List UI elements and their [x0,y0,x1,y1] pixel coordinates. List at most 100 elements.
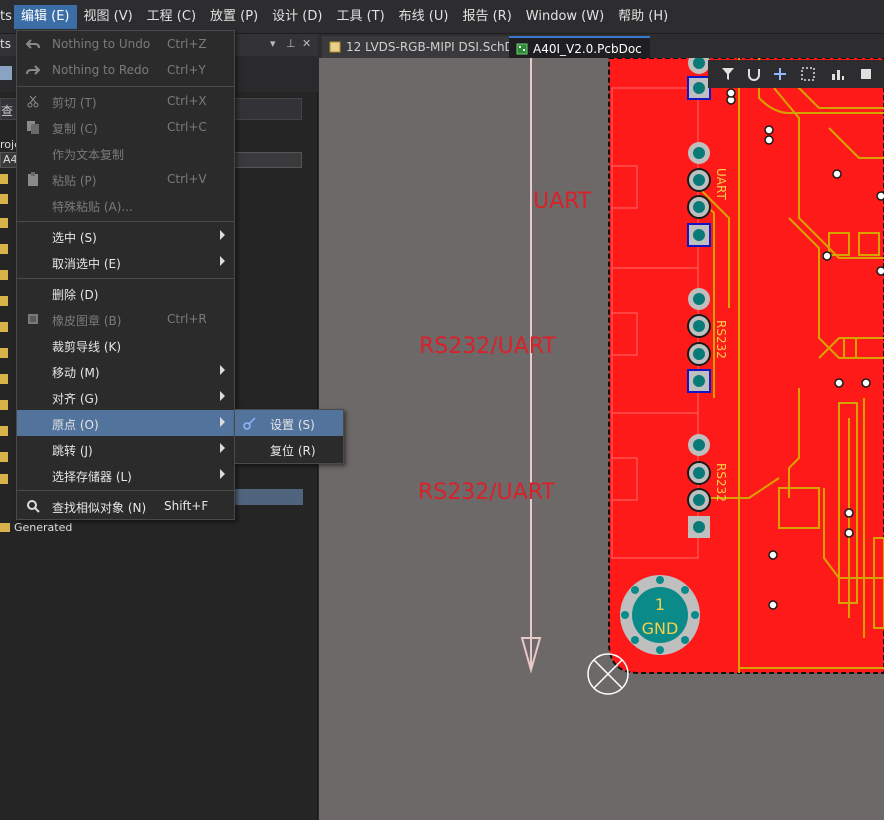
add-icon[interactable] [772,66,788,82]
menu-item-undo-shortcut: Ctrl+Z [167,37,207,51]
menu-item-find-similar-label: 查找相似对象 (N) [52,501,147,515]
menu-item-reset-origin[interactable]: 复位 (R) [235,436,343,462]
menu-item-redo-shortcut: Ctrl+Y [167,63,206,77]
menu-item-cut[interactable]: 剪切 (T) Ctrl+X [17,88,234,114]
mounting-hole: 1 GND [620,575,700,655]
component-icon[interactable] [858,66,874,82]
submenu-arrow-icon [220,469,225,479]
menu-item-jump[interactable]: 跳转 (J) [17,436,234,462]
menu-view[interactable]: 视图 (V) [77,5,140,29]
tab-pcb[interactable]: A40I_V2.0.PcbDoc [509,36,650,58]
menu-tools[interactable]: 工具 (T) [329,5,391,29]
tree-item-generated[interactable]: Generated [0,520,72,534]
menu-route[interactable]: 布线 (U) [392,5,456,29]
folder-icon [0,400,8,410]
submenu-arrow-icon [220,365,225,375]
menu-item-paste-special[interactable]: 特殊粘贴 (A)... [17,192,234,218]
menu-item-find-similar[interactable]: 查找相似对象 (N) Shift+F [17,493,234,519]
menu-separator [17,221,234,222]
menu-item-copy-as-text[interactable]: 作为文本复制 [17,140,234,166]
menu-item-move[interactable]: 移动 (M) [17,358,234,384]
menu-item-rubber-stamp[interactable]: 橡皮图章 (B) Ctrl+R [17,306,234,332]
folder-icon [0,174,8,184]
menu-item-cut-label: 剪切 (T) [52,96,97,110]
folder-icon [0,474,8,484]
menu-place[interactable]: 放置 (P) [203,5,265,29]
folder-icon [0,244,8,254]
menu-item-origin-label: 原点 (O) [52,418,99,432]
paste-icon [28,172,38,186]
silk-label-uart: UART [533,189,592,214]
mount-hole-net: GND [642,619,679,638]
select-rect-icon[interactable] [800,66,816,82]
menu-item-origin[interactable]: 原点 (O) [17,410,234,436]
edit-menu-dropdown: Nothing to Undo Ctrl+Z Nothing to Redo C… [16,30,235,520]
vertical-label-rs232-2: RS232 [714,463,728,502]
panel-menu-icon[interactable]: ▾ [270,37,276,50]
menu-item-selection-memory[interactable]: 选择存储器 (L) [17,462,234,488]
folder-icon [0,452,8,462]
vertical-label-uart: UART [714,168,728,200]
menu-item-rubber-stamp-shortcut: Ctrl+R [167,312,207,326]
menu-edit[interactable]: 编辑 (E) [14,4,77,29]
filter-icon[interactable] [720,66,736,82]
search-label: 查 [1,104,14,118]
menu-item-paste-shortcut: Ctrl+V [167,172,207,186]
magnet-icon[interactable] [746,66,762,82]
menu-item-deselect[interactable]: 取消选中 (E) [17,249,234,275]
stamp-icon [28,314,38,324]
menu-item-paste-label: 粘贴 (P) [52,174,97,188]
menu-window[interactable]: Window (W) [519,5,611,29]
menu-item-set-origin-label: 设置 (S) [270,418,315,432]
menu-item-select[interactable]: 选中 (S) [17,223,234,249]
pcb-canvas[interactable]: UART RS232/UART RS232/UART UART RS232 RS… [319,58,884,820]
submenu-arrow-icon [220,230,225,240]
menu-item-align[interactable]: 对齐 (G) [17,384,234,410]
folder-icon [0,426,8,436]
schematic-doc-icon [329,41,341,53]
silk-label-rs232-2: RS232/UART [418,480,555,505]
menu-item-paste[interactable]: 粘贴 (P) Ctrl+V [17,166,234,192]
menu-item-copy[interactable]: 复制 (C) Ctrl+C [17,114,234,140]
menu-item-delete-label: 删除 (D) [52,288,99,302]
menu-item-undo[interactable]: Nothing to Undo Ctrl+Z [17,31,234,57]
menu-project[interactable]: 工程 (C) [140,5,203,29]
menu-item-move-label: 移动 (M) [52,366,100,380]
menu-item-deselect-label: 取消选中 (E) [52,257,121,271]
silk-label-rs232-1: RS232/UART [419,334,556,359]
menu-item-redo[interactable]: Nothing to Redo Ctrl+Y [17,57,234,83]
save-icon[interactable] [0,66,12,80]
chart-icon[interactable] [830,66,846,82]
folder-icon [0,322,8,332]
origin-marker [587,653,629,695]
menu-item-paste-special-label: 特殊粘贴 (A)... [52,200,133,214]
origin-submenu: 设置 (S) 复位 (R) [234,409,344,464]
menubar: ts 编辑 (E) 视图 (V) 工程 (C) 放置 (P) 设计 (D) 工具… [0,0,884,34]
vertical-label-rs232-1: RS232 [714,320,728,359]
menu-item-redo-label: Nothing to Redo [52,63,150,77]
mount-hole-number: 1 [655,595,665,614]
submenu-arrow-icon [220,443,225,453]
folder-icon [0,348,8,358]
selected-tree-item[interactable] [234,489,303,505]
folder-icon [0,218,8,228]
menu-item-delete[interactable]: 删除 (D) [17,280,234,306]
close-icon[interactable]: ✕ [302,37,311,50]
menu-separator [17,490,234,491]
menu-item-selection-memory-label: 选择存储器 (L) [52,470,132,484]
menu-reports[interactable]: 报告 (R) [455,5,518,29]
menu-separator [17,278,234,279]
menu-design[interactable]: 设计 (D) [265,5,329,29]
folder-icon [0,194,8,204]
panel-title: ts [0,37,11,51]
scissors-icon [27,95,39,108]
menu-item-slice-tracks[interactable]: 裁剪导线 (K) [17,332,234,358]
menu-item-align-label: 对齐 (G) [52,392,99,406]
menu-item-cut-shortcut: Ctrl+X [167,94,207,108]
folder-icon [0,296,8,306]
menu-item-set-origin[interactable]: 设置 (S) [235,410,343,436]
pin-icon[interactable]: ⊥ [286,37,296,50]
menu-files-partial[interactable]: ts [0,5,14,29]
menu-help[interactable]: 帮助 (H) [611,5,675,29]
folder-icon [0,374,8,384]
